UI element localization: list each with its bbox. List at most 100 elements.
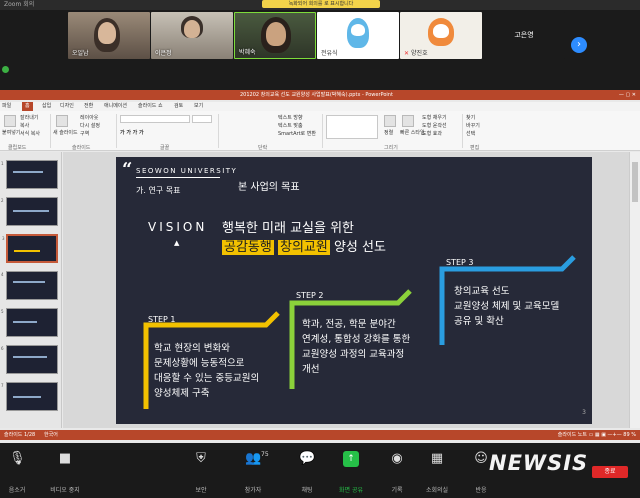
tab-home[interactable]: 홈: [22, 102, 33, 111]
layout-button[interactable]: 레이아웃: [80, 114, 98, 121]
tab-transitions[interactable]: 전환: [84, 102, 93, 111]
breakout-rooms-button[interactable]: ▦ 소회의실: [412, 451, 462, 494]
cut-button[interactable]: 잘라내기: [20, 114, 38, 121]
tab-slideshow[interactable]: 슬라이드 쇼: [138, 102, 163, 111]
group-label: 편집: [470, 145, 480, 151]
chat-bubble-icon: 💬: [299, 451, 316, 466]
participant-tile[interactable]: ✕ 양진호: [400, 12, 482, 59]
quick-styles-button[interactable]: 빠른 스타일: [400, 129, 425, 136]
shape-fill-button[interactable]: 도형 채우기: [422, 114, 447, 121]
microphone-icon: 🎙: [9, 451, 26, 466]
window-controls[interactable]: — ▢ ✕: [619, 90, 636, 100]
mic-off-icon: ✕: [404, 50, 410, 57]
vertical-scrollbar[interactable]: [629, 152, 640, 428]
participants-button[interactable]: 👥 75 참가자: [228, 451, 278, 494]
section-button[interactable]: 구역: [80, 130, 89, 137]
notes-button[interactable]: 슬라이드 노트: [558, 432, 587, 438]
tab-file[interactable]: 파일: [2, 102, 11, 111]
text-direction-button[interactable]: 텍스트 방향: [278, 114, 303, 121]
find-button[interactable]: 찾기: [466, 114, 475, 121]
group-label: 그리기: [384, 145, 398, 151]
mute-button[interactable]: 🎙 음소거: [0, 451, 42, 494]
screen: Zoom 회의 녹화되어 회의를 로 표시합니다 오일남 이은정 박혜숙 전유식…: [0, 0, 640, 498]
slide-thumbnail-panel: 1 2 3 4 5 6 7: [0, 152, 62, 428]
slide-thumbnail[interactable]: 2: [1, 197, 58, 226]
paste-button[interactable]: 붙여넣기: [2, 129, 20, 136]
new-slide-button[interactable]: 새 슬라이드: [53, 129, 78, 136]
font-name-box[interactable]: [120, 115, 190, 123]
participant-name: 전유식: [321, 50, 338, 57]
participant-name: 박혜숙: [239, 49, 256, 56]
tab-view[interactable]: 보기: [194, 102, 203, 111]
chat-button[interactable]: 💬 채팅: [282, 451, 332, 494]
tab-animations[interactable]: 애니메이션: [104, 102, 127, 111]
step-1-line-text: 양성체제 구축: [154, 388, 210, 399]
zoom-level[interactable]: 89 %: [623, 432, 636, 438]
participant-name: 고은영: [514, 31, 534, 39]
step-2-line-text: 교원양성 과정의 교육과정: [302, 349, 405, 360]
participant-tile-active[interactable]: 박혜숙: [234, 12, 316, 59]
slide-counter: 슬라이드 1/28: [4, 432, 36, 438]
end-meeting-button[interactable]: 종료: [592, 466, 628, 478]
participant-name: 이은정: [155, 50, 172, 57]
video-button[interactable]: ■ 비디오 중지: [40, 451, 90, 494]
select-button[interactable]: 선택: [466, 130, 475, 137]
new-slide-icon[interactable]: [56, 115, 68, 127]
font-size-box[interactable]: [192, 115, 212, 123]
language-indicator: 한국어: [44, 432, 58, 438]
slide-page-number: 3: [582, 409, 586, 416]
slide-thumbnail[interactable]: 6: [1, 345, 58, 374]
step-1-line-text: 학교 현장의 변화와: [154, 343, 230, 354]
bold-button[interactable]: 가 가 가 가: [120, 129, 144, 136]
security-button[interactable]: ⛨ 보안: [176, 451, 226, 494]
reset-button[interactable]: 다시 설정: [80, 122, 100, 129]
next-page-button[interactable]: ›: [571, 37, 587, 53]
smiley-icon: ☺: [474, 451, 488, 466]
quick-styles-icon[interactable]: [402, 115, 414, 127]
format-painter-button[interactable]: 서식 복사: [20, 130, 40, 137]
group-label: 글꼴: [160, 145, 170, 151]
newsis-watermark: NEWSIS: [489, 451, 589, 475]
slide-thumbnail[interactable]: 5: [1, 308, 58, 337]
shape-outline-button[interactable]: 도형 윤곽선: [422, 122, 447, 129]
slide-thumbnail[interactable]: 1: [1, 160, 58, 189]
mute-label: 음소거: [8, 487, 26, 494]
reactions-label: 반응: [475, 487, 487, 494]
group-label: 슬라이드: [72, 145, 91, 151]
step-1-label: STEP 1: [148, 315, 176, 324]
tab-design[interactable]: 디자인: [60, 102, 74, 111]
participant-tile[interactable]: 이은정: [151, 12, 233, 59]
slide-thumbnail-selected[interactable]: 3: [2, 234, 58, 263]
smartart-button[interactable]: SmartArt로 변환: [278, 130, 316, 137]
copy-button[interactable]: 복사: [20, 122, 29, 129]
tab-insert[interactable]: 삽입: [42, 102, 51, 111]
align-text-button[interactable]: 텍스트 맞춤: [278, 122, 303, 129]
shape-effects-button[interactable]: 도형 효과: [422, 130, 442, 137]
participant-tile[interactable]: 고은영: [483, 12, 565, 59]
participants-icon: 👥: [245, 451, 262, 466]
participant-tile[interactable]: 오일남: [68, 12, 150, 59]
replace-button[interactable]: 바꾸기: [466, 122, 480, 129]
security-label: 보안: [195, 487, 207, 494]
step-3-text: 창의교육 선도 교원양성 체제 및 교육모델 공유 및 확산: [454, 284, 559, 329]
step-3-line-text: 공유 및 확산: [454, 316, 504, 327]
participant-tile[interactable]: 전유식: [317, 12, 399, 59]
slide-thumbnail[interactable]: 4: [1, 271, 58, 300]
participant-name: 오일남: [72, 50, 89, 57]
participant-name: 양진호: [411, 50, 428, 57]
share-screen-button[interactable]: ↑ 화면 공유: [326, 451, 376, 494]
arrange-icon[interactable]: [384, 115, 396, 127]
status-right: 슬라이드 노트 ▭ ▦ ▣ —+— 89 %: [557, 432, 636, 438]
slide-canvas[interactable]: “ SEOWON UNIVERSITY 가. 연구 목표 본 사업의 목표 VI…: [116, 157, 592, 424]
divider: [218, 114, 219, 148]
step-2-line-text: 학과, 전공, 학문 분야간: [302, 319, 396, 330]
shapes-gallery[interactable]: [326, 115, 378, 139]
tab-review[interactable]: 검토: [174, 102, 183, 111]
slide-thumbnail[interactable]: 7: [1, 382, 58, 411]
paste-icon[interactable]: [4, 115, 16, 127]
scrollbar-thumb[interactable]: [632, 162, 638, 202]
step-2-label: STEP 2: [296, 291, 324, 300]
shield-icon: ⛨: [196, 451, 206, 466]
divider: [116, 114, 117, 148]
arrange-button[interactable]: 정렬: [384, 129, 393, 136]
